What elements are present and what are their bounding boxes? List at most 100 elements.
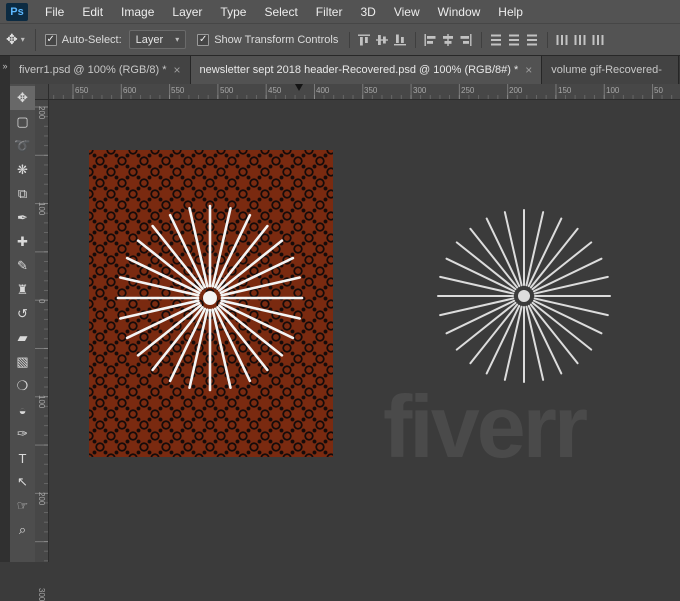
tool-icon: ✥ <box>17 90 28 106</box>
tool-icon: ⌕ <box>19 522 26 538</box>
gradient-tool[interactable]: ▧ <box>10 350 35 374</box>
photoshop-logo: Ps <box>6 3 28 21</box>
tool-icon: ↺ <box>17 306 28 322</box>
ruler-position-marker <box>295 84 303 91</box>
tool-icon: ✑ <box>17 426 28 442</box>
pattern-artwork <box>89 150 333 457</box>
ruler-label: 600 <box>123 86 136 95</box>
ruler-label: 200 <box>37 492 46 505</box>
ruler-label: 100 <box>606 86 619 95</box>
blur-tool[interactable]: ❍ <box>10 374 35 398</box>
tool-icon: ✚ <box>17 234 28 250</box>
chevron-down-icon: ▾ <box>21 35 25 44</box>
ruler-label: 50 <box>654 86 663 95</box>
eyedropper-tool[interactable]: ✒ <box>10 206 35 230</box>
show-transform-controls-label: Show Transform Controls <box>214 34 338 46</box>
crop-tool[interactable]: ⧉ <box>10 182 35 206</box>
menu-3d[interactable]: 3D <box>351 0 384 23</box>
rectangular-marquee-tool[interactable]: ▢ <box>10 110 35 134</box>
path-selection-tool[interactable]: ↖ <box>10 470 35 494</box>
dodge-tool[interactable]: ◒ <box>10 398 35 422</box>
align-right-edges[interactable] <box>458 32 474 48</box>
target-layer-select[interactable]: Layer ▾ <box>129 30 187 49</box>
menu-help[interactable]: Help <box>489 0 532 23</box>
ruler-label: 400 <box>316 86 329 95</box>
menu-filter[interactable]: Filter <box>307 0 352 23</box>
tool-icon: ♜ <box>17 282 29 298</box>
tool-icon: ▢ <box>16 114 28 130</box>
vertical-ruler[interactable]: 2001000100200300 <box>35 100 49 562</box>
ruler-label: 200 <box>509 86 522 95</box>
fiverr-watermark-text: fiverr <box>383 383 585 471</box>
align-vertical-centers[interactable] <box>374 32 390 48</box>
ruler-label: 250 <box>461 86 474 95</box>
menu-view[interactable]: View <box>385 0 429 23</box>
tool-icon: ⧉ <box>18 186 27 202</box>
tool-icon: ➰ <box>14 138 30 154</box>
ruler-label: 300 <box>37 588 46 601</box>
menu-select[interactable]: Select <box>255 0 306 23</box>
ruler-label: 500 <box>220 86 233 95</box>
tool-icon: ☞ <box>17 498 29 514</box>
pen-tool[interactable]: ✑ <box>10 422 35 446</box>
hand-tool[interactable]: ☞ <box>10 494 35 518</box>
move-tool-icon: ✥ <box>6 31 18 48</box>
history-brush-tool[interactable]: ↺ <box>10 302 35 326</box>
tool-icon: ✒ <box>17 210 28 226</box>
align-horizontal-centers[interactable] <box>440 32 456 48</box>
options-bar: ✥ ▾ ✓ Auto-Select: Layer ▾ ✓ Show Transf… <box>0 24 680 56</box>
ruler-label: 0 <box>37 299 46 303</box>
align-top-edges[interactable] <box>349 32 372 48</box>
tool-icon: T <box>19 451 27 466</box>
distribute-bottom-edges[interactable] <box>524 32 540 48</box>
tab-close-icon[interactable]: × <box>174 63 181 77</box>
show-transform-controls-checkbox[interactable]: ✓ Show Transform Controls <box>197 34 338 46</box>
brush-tool[interactable]: ✎ <box>10 254 35 278</box>
menu-items: FileEditImageLayerTypeSelectFilter3DView… <box>36 0 532 23</box>
ruler-label: 100 <box>37 395 46 408</box>
document-tab[interactable]: newsletter sept 2018 header-Recovered.ps… <box>191 56 543 84</box>
align-left-edges[interactable] <box>415 32 438 48</box>
menu-window[interactable]: Window <box>429 0 490 23</box>
clone-stamp-tool[interactable]: ♜ <box>10 278 35 302</box>
canvas-area[interactable]: fiverr <box>49 100 680 562</box>
double-chevron-icon[interactable]: » <box>2 61 7 71</box>
menu-file[interactable]: File <box>36 0 73 23</box>
ruler-label: 650 <box>75 86 88 95</box>
document-tabs: fiverr1.psd @ 100% (RGB/8) * × newslette… <box>10 56 679 84</box>
distribute-right-edges[interactable] <box>590 32 606 48</box>
lasso-tool[interactable]: ➰ <box>10 134 35 158</box>
tool-icon: ↖ <box>17 474 28 490</box>
document-tab[interactable]: fiverr1.psd @ 100% (RGB/8) * × <box>10 56 191 84</box>
menu-layer[interactable]: Layer <box>163 0 211 23</box>
document-tab[interactable]: volume gif-Recovered- <box>542 56 679 84</box>
menu-image[interactable]: Image <box>112 0 163 23</box>
eraser-tool[interactable]: ▰ <box>10 326 35 350</box>
distribute-top-edges[interactable] <box>481 32 504 48</box>
tab-close-icon[interactable]: × <box>525 63 532 77</box>
distribute-horizontal-centers[interactable] <box>572 32 588 48</box>
type-tool[interactable]: T <box>10 446 35 470</box>
tool-preset-picker[interactable]: ✥ ▾ <box>0 31 31 48</box>
ruler-label: 100 <box>37 202 46 215</box>
menu-bar: Ps FileEditImageLayerTypeSelectFilter3DV… <box>0 0 680 24</box>
menu-edit[interactable]: Edit <box>73 0 112 23</box>
ruler-label: 550 <box>171 86 184 95</box>
distribute-vertical-centers[interactable] <box>506 32 522 48</box>
quick-selection-tool[interactable]: ❋ <box>10 158 35 182</box>
menu-type[interactable]: Type <box>211 0 255 23</box>
separator <box>35 29 36 51</box>
distribute-left-edges[interactable] <box>547 32 570 48</box>
align-bottom-edges[interactable] <box>392 32 408 48</box>
ruler-label: 350 <box>364 86 377 95</box>
tool-icon: ❋ <box>17 162 28 178</box>
zoom-tool[interactable]: ⌕ <box>10 518 35 542</box>
spot-healing-brush-tool[interactable]: ✚ <box>10 230 35 254</box>
tool-icon: ▧ <box>16 354 28 370</box>
auto-select-checkbox[interactable]: ✓ Auto-Select: <box>45 34 122 46</box>
tab-title: volume gif-Recovered- <box>551 64 662 76</box>
horizontal-ruler[interactable]: 65060055050045040035030025020015010050 <box>49 84 680 100</box>
checkbox-checked-icon[interactable]: ✓ <box>197 34 209 46</box>
checkbox-checked-icon[interactable]: ✓ <box>45 34 57 46</box>
move-tool[interactable]: ✥ <box>10 86 35 110</box>
